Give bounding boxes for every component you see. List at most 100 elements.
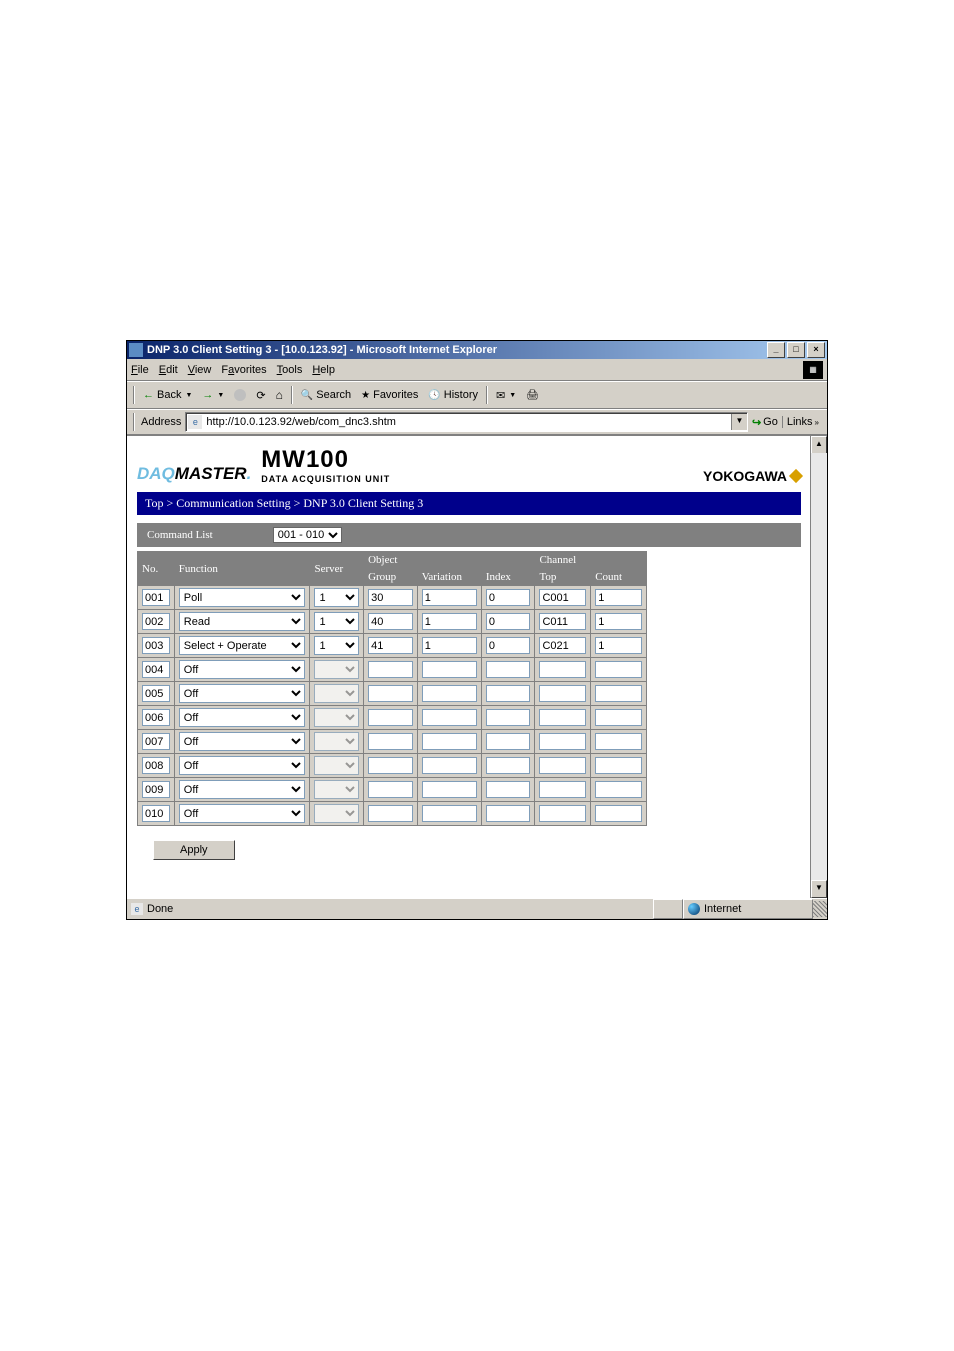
scroll-down-arrow[interactable]: ▼ — [811, 880, 827, 898]
table-row: Off — [138, 706, 647, 730]
search-icon — [301, 389, 313, 401]
favorites-button[interactable]: Favorites — [357, 385, 422, 405]
variation-input[interactable] — [422, 589, 477, 606]
group-input[interactable] — [368, 637, 413, 654]
index-input — [486, 805, 531, 822]
th-object: Object — [364, 552, 535, 569]
th-index: Index — [481, 569, 535, 586]
group-input[interactable] — [368, 589, 413, 606]
search-button[interactable]: Search — [297, 385, 355, 405]
top-input[interactable] — [539, 613, 586, 630]
menu-file[interactable]: File — [131, 364, 149, 376]
index-input[interactable] — [486, 637, 531, 654]
table-row: Poll 1 — [138, 586, 647, 610]
index-input[interactable] — [486, 589, 531, 606]
stop-button[interactable] — [230, 385, 250, 405]
function-select[interactable]: Select + Operate — [179, 636, 306, 655]
function-select[interactable]: Off — [179, 780, 306, 799]
count-input — [595, 661, 642, 678]
server-select — [314, 780, 359, 799]
menu-edit[interactable]: Edit — [159, 364, 178, 376]
top-input — [539, 661, 586, 678]
function-select[interactable]: Poll — [179, 588, 306, 607]
group-input — [368, 685, 413, 702]
cell-no — [142, 733, 170, 750]
variation-input[interactable] — [422, 613, 477, 630]
go-button[interactable]: Go — [752, 416, 778, 429]
cell-no — [142, 637, 170, 654]
back-button[interactable]: Back▼ — [139, 385, 196, 405]
menu-favorites[interactable]: Favorites — [221, 364, 266, 376]
count-input — [595, 733, 642, 750]
maximize-button[interactable]: □ — [787, 342, 805, 358]
vertical-scrollbar[interactable]: ▲ ▼ — [810, 436, 827, 898]
server-select[interactable]: 1 — [314, 588, 359, 607]
star-icon — [361, 389, 370, 401]
top-input — [539, 805, 586, 822]
menu-tools[interactable]: Tools — [277, 364, 303, 376]
menu-view[interactable]: View — [188, 364, 212, 376]
table-row: Select + Operate 1 — [138, 634, 647, 658]
resize-grip[interactable] — [813, 901, 827, 917]
function-select[interactable]: Off — [179, 804, 306, 823]
top-input — [539, 781, 586, 798]
range-select[interactable]: 001 - 010 — [273, 527, 342, 543]
function-select[interactable]: Off — [179, 708, 306, 727]
url-combo[interactable]: e http://10.0.123.92/web/com_dnc3.shtm ▼ — [185, 412, 748, 432]
top-input[interactable] — [539, 637, 586, 654]
th-function: Function — [174, 552, 310, 586]
count-input[interactable] — [595, 637, 642, 654]
variation-input[interactable] — [422, 637, 477, 654]
index-input — [486, 781, 531, 798]
refresh-button[interactable] — [252, 385, 269, 405]
group-input — [368, 781, 413, 798]
group-input[interactable] — [368, 613, 413, 630]
function-select[interactable]: Off — [179, 684, 306, 703]
server-select — [314, 732, 359, 751]
function-select[interactable]: Off — [179, 660, 306, 679]
index-input — [486, 733, 531, 750]
links-button[interactable]: Links» — [782, 416, 823, 428]
table-row: Off — [138, 730, 647, 754]
brand-header: DAQMASTER. MW100 DATA ACQUISITION UNIT Y… — [137, 446, 801, 484]
th-count: Count — [591, 569, 647, 586]
history-button[interactable]: History — [424, 385, 482, 405]
home-icon — [276, 388, 283, 402]
close-button[interactable]: × — [807, 342, 825, 358]
server-select[interactable]: 1 — [314, 636, 359, 655]
count-input[interactable] — [595, 589, 642, 606]
function-select[interactable]: Read — [179, 612, 306, 631]
scroll-track[interactable] — [811, 453, 827, 881]
globe-icon — [688, 903, 700, 915]
menu-help[interactable]: Help — [312, 364, 335, 376]
function-select[interactable]: Off — [179, 756, 306, 775]
print-button[interactable] — [522, 385, 543, 405]
cell-no — [142, 805, 170, 822]
apply-button[interactable]: Apply — [153, 840, 235, 860]
home-button[interactable] — [272, 385, 287, 405]
url-dropdown[interactable]: ▼ — [731, 414, 747, 430]
variation-input — [422, 685, 477, 702]
group-input — [368, 757, 413, 774]
mail-button[interactable]: ▼ — [492, 385, 520, 405]
top-input — [539, 709, 586, 726]
top-input[interactable] — [539, 589, 586, 606]
top-input — [539, 757, 586, 774]
menu-bar: File Edit View Favorites Tools Help ▦ — [127, 359, 827, 381]
command-list-label: Command List — [147, 529, 213, 541]
breadcrumb: Top > Communication Setting > DNP 3.0 Cl… — [137, 492, 801, 515]
server-select[interactable]: 1 — [314, 612, 359, 631]
function-select[interactable]: Off — [179, 732, 306, 751]
th-group: Group — [364, 569, 418, 586]
scroll-up-arrow[interactable]: ▲ — [811, 436, 827, 454]
server-select — [314, 756, 359, 775]
index-input[interactable] — [486, 613, 531, 630]
variation-input — [422, 781, 477, 798]
count-input[interactable] — [595, 613, 642, 630]
forward-button[interactable]: ▼ — [198, 385, 228, 405]
th-top: Top — [535, 569, 591, 586]
variation-input — [422, 709, 477, 726]
cell-no — [142, 589, 170, 606]
th-server: Server — [310, 552, 364, 586]
minimize-button[interactable]: _ — [767, 342, 785, 358]
